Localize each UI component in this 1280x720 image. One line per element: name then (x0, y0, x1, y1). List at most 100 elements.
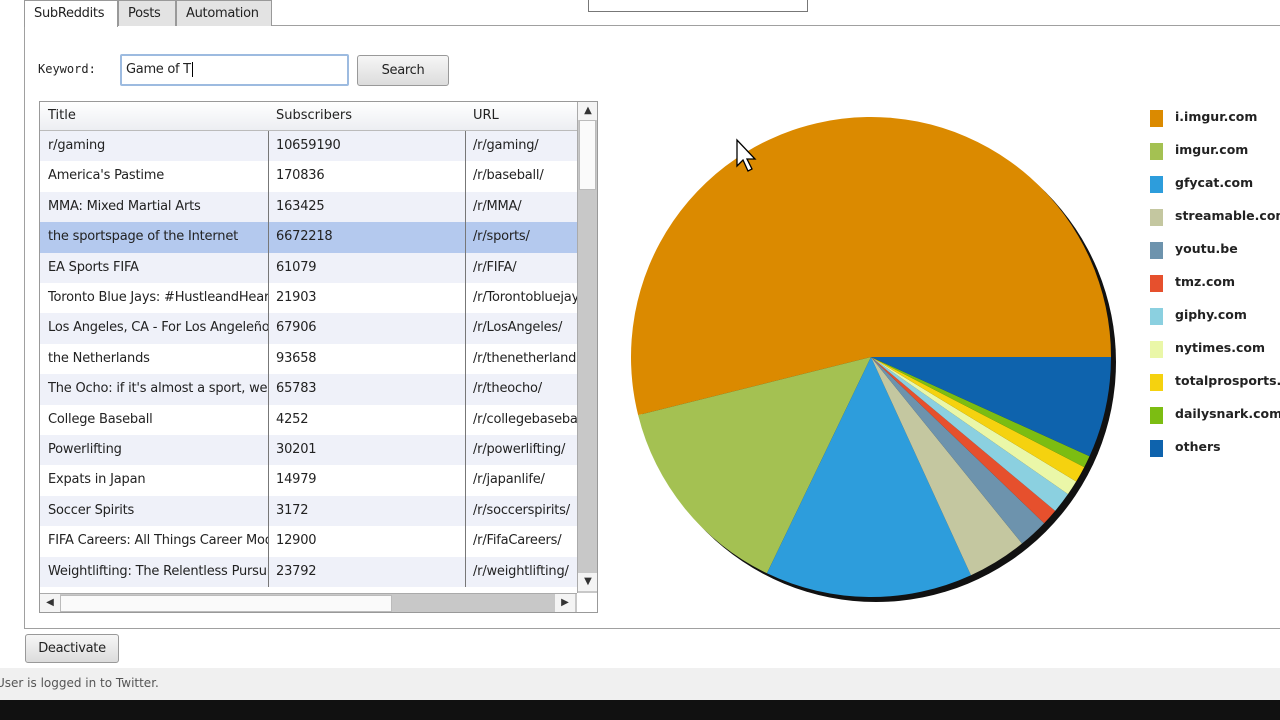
legend-label: nytimes.com (1175, 340, 1266, 355)
legend-swatch (1150, 440, 1163, 457)
keyword-input[interactable]: Game of T (120, 54, 349, 86)
subscribers-cell: 163425 (268, 191, 466, 223)
legend-swatch (1150, 341, 1163, 358)
url-cell: /r/LosAngeles/ (473, 320, 563, 336)
title-cell: r/gaming (40, 131, 269, 162)
scroll-right-arrow-icon[interactable]: ▶ (555, 594, 575, 612)
subscribers-cell: 3172 (268, 495, 466, 527)
title-cell: Soccer Spirits (40, 495, 269, 527)
url-cell: /r/gaming/ (473, 138, 539, 153)
horizontal-scroll-thumb[interactable] (60, 595, 392, 612)
legend-swatch (1150, 110, 1163, 127)
title-cell: the Netherlands (40, 343, 269, 375)
table-row[interactable]: the sportspage of the Internet 6672218/r/… (40, 222, 577, 253)
title-cell: EA Sports FIFA (40, 252, 269, 283)
legend-swatch (1150, 209, 1163, 226)
scroll-down-arrow-icon[interactable]: ▼ (578, 573, 597, 591)
subscribers-cell: 93658 (268, 343, 466, 375)
column-header-subscribers[interactable]: Subscribers (268, 102, 466, 131)
legend-label: totalprosports.com (1175, 373, 1280, 388)
subscribers-cell: 23792 (268, 556, 466, 587)
title-cell: Powerlifting (40, 435, 269, 466)
column-header-url[interactable]: URL (465, 102, 578, 131)
subscribers-cell: 21903 (268, 283, 466, 314)
top-box (588, 0, 808, 12)
subscribers-cell: 170836 (268, 161, 466, 192)
deactivate-button[interactable]: Deactivate (25, 634, 119, 663)
taskbar (0, 700, 1280, 720)
title-cell: Los Angeles, CA - For Los Angeleños (40, 313, 269, 344)
url-cell: /r/thenetherlands/ (473, 350, 578, 366)
legend-label: youtu.be (1175, 241, 1238, 256)
legend-label: imgur.com (1175, 142, 1249, 157)
url-cell: /r/sports/ (473, 229, 530, 245)
column-header-title[interactable]: Title (40, 102, 269, 131)
legend-label: i.imgur.com (1175, 109, 1258, 124)
legend-swatch (1150, 275, 1163, 292)
table-row[interactable]: The Ocho: if it's almost a sport, we 6578… (40, 374, 577, 405)
legend-swatch (1150, 242, 1163, 259)
vertical-scrollbar[interactable]: ▲ ▼ (577, 102, 597, 593)
url-cell: /r/japanlife/ (473, 472, 545, 488)
table-row[interactable]: Weightlifting: The Relentless Pursuit 237… (40, 556, 577, 587)
table-row[interactable]: FIFA Careers: All Things Career Mode 1290… (40, 526, 577, 557)
url-cell: /r/powerlifting/ (473, 442, 566, 457)
legend-swatch (1150, 407, 1163, 424)
legend-label: gfycat.com (1175, 175, 1254, 190)
legend-label: dailysnark.com (1175, 406, 1280, 421)
subscribers-cell: 4252 (268, 404, 466, 435)
table-row[interactable]: Powerlifting 30201/r/powerlifting/ (40, 435, 577, 466)
keyword-value: Game of T (126, 62, 191, 77)
table-row[interactable]: Soccer Spirits 3172/r/soccerspirits/ (40, 495, 577, 527)
url-cell: /r/FifaCareers/ (473, 533, 562, 549)
table-row[interactable]: Los Angeles, CA - For Los Angeleños 67906… (40, 313, 577, 344)
scroll-left-arrow-icon[interactable]: ◀ (40, 594, 60, 612)
subscribers-cell: 12900 (268, 526, 466, 557)
table-row[interactable]: the Netherlands 93658/r/thenetherlands/ (40, 343, 578, 375)
scroll-up-arrow-icon[interactable]: ▲ (578, 102, 597, 120)
legend-label: tmz.com (1175, 274, 1236, 289)
title-cell: Weightlifting: The Relentless Pursuit (40, 556, 269, 587)
legend-swatch (1150, 374, 1163, 391)
subscribers-cell: 67906 (268, 313, 466, 344)
subscribers-cell: 6672218 (268, 222, 466, 253)
search-button[interactable]: Search (357, 55, 449, 86)
url-cell: /r/Torontobluejays/ (473, 290, 578, 305)
title-cell: the sportspage of the Internet (40, 222, 269, 253)
url-cell: /r/weightlifting/ (473, 563, 569, 579)
url-cell: /r/theocho/ (473, 381, 542, 397)
keyword-label: Keyword: (38, 62, 96, 76)
table-row[interactable]: Expats in Japan 14979/r/japanlife/ (40, 465, 577, 496)
legend-label: others (1175, 439, 1221, 454)
title-cell: Toronto Blue Jays: #HustleandHeart (40, 283, 269, 314)
title-cell: FIFA Careers: All Things Career Mode (40, 526, 269, 557)
table-row[interactable]: Toronto Blue Jays: #HustleandHeart 21903 /… (40, 283, 578, 314)
url-cell: /r/soccerspirits/ (473, 502, 570, 518)
table-row[interactable]: EA Sports FIFA 61079/r/FIFA/ (40, 252, 577, 283)
table-row[interactable]: MMA: Mixed Martial Arts 163425/r/MMA/ (40, 191, 577, 223)
table-row[interactable]: College Baseball 4252/r/collegebaseball/ (40, 404, 578, 435)
title-cell: The Ocho: if it's almost a sport, we (40, 374, 269, 405)
horizontal-scrollbar[interactable]: ◀ ▶ (40, 593, 577, 612)
url-cell: /r/baseball/ (473, 168, 544, 184)
subscribers-cell: 14979 (268, 465, 466, 496)
url-cell: /r/MMA/ (473, 198, 522, 214)
legend-label: giphy.com (1175, 307, 1247, 322)
table-row[interactable]: America's Pastime 170836/r/baseball/ (40, 161, 577, 192)
tab-subreddits[interactable]: SubReddits (24, 0, 118, 27)
pie-chart (631, 117, 1116, 602)
url-cell: /r/FIFA/ (473, 259, 517, 275)
url-cell: /r/collegebaseball/ (473, 411, 578, 427)
title-cell: America's Pastime (40, 161, 269, 192)
subscribers-cell: 10659190 (268, 131, 466, 162)
legend-swatch (1150, 176, 1163, 193)
tab-automation[interactable]: Automation (176, 0, 272, 26)
title-cell: College Baseball (40, 404, 269, 435)
vertical-scroll-thumb[interactable] (579, 120, 596, 190)
table-row[interactable]: r/gaming 10659190/r/gaming/ (40, 131, 577, 162)
legend-swatch (1150, 143, 1163, 160)
subscribers-cell: 65783 (268, 374, 466, 405)
tab-posts[interactable]: Posts (118, 0, 176, 26)
subscribers-cell: 30201 (268, 435, 466, 466)
status-bar: User is logged in to Twitter. (0, 668, 1280, 700)
